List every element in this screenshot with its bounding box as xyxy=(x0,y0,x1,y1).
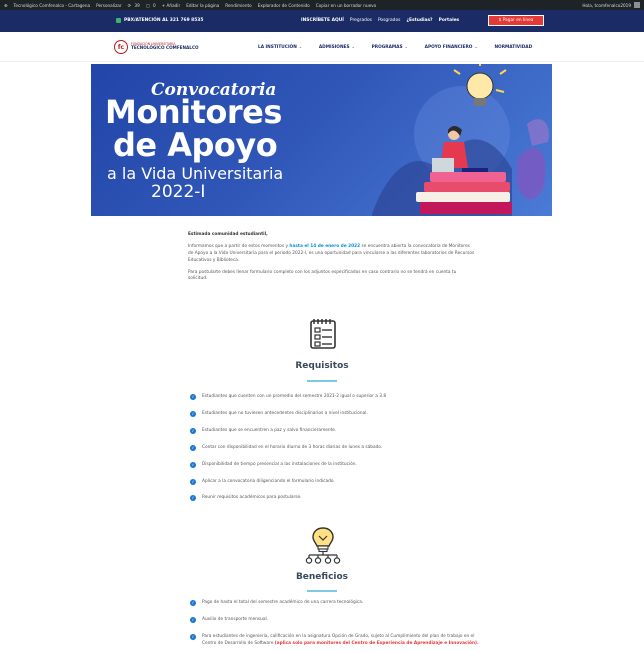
intro-paragraph-1: Informamos que a partir de estos momento… xyxy=(188,244,476,265)
comments-count: 0 xyxy=(153,2,156,8)
intro-deadline: hasta el 14 de enero de 2022 xyxy=(289,243,361,249)
link-estudias[interactable]: ¿Estudias? xyxy=(406,18,432,23)
top-bar: PBX/ATENCIÓN AL 321 769 8535 INSCRÍBETE … xyxy=(0,10,644,32)
list-item: ✓ Estudiantes que se encuentren a paz y s… xyxy=(190,428,480,435)
chevron-down-icon: ⌄ xyxy=(297,45,302,49)
list-item: ✓ Auxilio de transporte mensual. xyxy=(190,617,480,624)
menu-item-admisiones[interactable]: ADMISIONES ⌄ xyxy=(319,45,355,50)
admin-customize-link[interactable]: Personalizar xyxy=(96,3,121,8)
menu-item-apoyo-financiero[interactable]: APOYO FINANCIERO ⌄ xyxy=(425,45,478,50)
menu-item-normatividad[interactable]: NORMATIVIDAD xyxy=(494,45,532,50)
logo-mark: fc xyxy=(114,40,128,54)
intro-text: Estimada comunidad estudiantil, Informam… xyxy=(188,232,476,283)
list-item: ✓ Para estudiantes de ingeniería, calific… xyxy=(190,634,480,647)
check-icon: ✓ xyxy=(190,444,196,451)
list-item: ✓ Contar con disponibilidad en el horario… xyxy=(190,445,480,452)
hero-illustration xyxy=(372,64,549,216)
check-icon: ✓ xyxy=(190,461,196,468)
books-stack-icon xyxy=(416,172,512,214)
list-item: ✓ Pago de hasta el total del semestre aca… xyxy=(190,600,480,607)
beneficios-underline xyxy=(307,590,337,592)
list-item-text: Aplicar a la convocatoria diligenciando … xyxy=(202,479,335,484)
list-item-text: Para estudiantes de ingeniería, califica… xyxy=(202,634,480,647)
check-icon: ✓ xyxy=(190,427,196,434)
idea-network-icon xyxy=(305,527,341,564)
intro-paragraph-2: Para postularte debes llenar formulario … xyxy=(188,269,457,282)
hero-line2: Monitores xyxy=(105,93,282,131)
check-icon: ✓ xyxy=(190,478,196,485)
admin-content-explorer-link[interactable]: Explorador de Contenido xyxy=(258,3,310,8)
avatar xyxy=(634,2,640,8)
list-item-text: Reunir requisitos académicos para postul… xyxy=(202,495,302,500)
list-item-text: Estudiantes que no tuviesen antecedentes… xyxy=(202,411,368,416)
link-posgrados[interactable]: Posgrados xyxy=(378,18,401,23)
intro-greeting: Estimada comunidad estudiantil, xyxy=(188,232,268,237)
hero-line5: 2022-I xyxy=(151,182,206,202)
admin-new-link[interactable]: + Añadir xyxy=(162,3,180,8)
admin-bar: ⊕ Tecnológico Comfenalco - Cartagena Per… xyxy=(0,0,644,10)
list-item-text: Estudiantes que se encuentren a paz y sa… xyxy=(202,428,337,433)
phone-icon xyxy=(116,18,121,23)
check-icon: ✓ xyxy=(190,393,196,400)
admin-account[interactable]: Hola, tcomfenalco2019 xyxy=(582,2,640,8)
pbx-text: PBX/ATENCIÓN AL 321 769 8535 xyxy=(124,18,204,23)
admin-greeting: Hola, tcomfenalco2019 xyxy=(582,2,631,8)
hero-line3: de Apoyo xyxy=(113,126,278,164)
admin-updates-link[interactable]: ⟳ 39 xyxy=(128,3,140,8)
main-menu: LA INSTITUCIÓN ⌄ ADMISIONES ⌄ PROGRAMAS … xyxy=(258,45,532,50)
admin-comments-link[interactable]: ▢ 0 xyxy=(146,3,156,8)
chevron-down-icon: ⌄ xyxy=(350,45,355,49)
admin-site-link[interactable]: Tecnológico Comfenalco - Cartagena xyxy=(14,3,91,8)
list-item: ✓ Reunir requisitos académicos para postu… xyxy=(190,495,480,502)
link-portales[interactable]: Portales xyxy=(439,18,460,23)
list-item-text: Estudiantes que cuenten con un promedio … xyxy=(202,394,387,399)
chevron-down-icon: ⌄ xyxy=(403,45,408,49)
signup-label[interactable]: INSCRÍBETE AQUÍ xyxy=(301,18,344,23)
pay-online-button[interactable]: $ Pagar en línea xyxy=(488,15,544,26)
check-icon: ✓ xyxy=(190,616,196,623)
list-item-text: Disponibilidad de tiempo presencial a la… xyxy=(202,462,357,467)
admin-performance-link[interactable]: Rendimiento xyxy=(225,3,251,8)
hero-banner: Convocatoria Monitores de Apoyo a la Vid… xyxy=(91,64,552,216)
list-item-text: Contar con disponibilidad en el horario … xyxy=(202,445,383,450)
list-item: ✓ Estudiantes que cuenten con un promedio… xyxy=(190,394,480,401)
check-icon: ✓ xyxy=(190,410,196,417)
wordpress-icon[interactable]: ⊕ xyxy=(4,3,8,8)
list-item-text: Auxilio de transporte mensual. xyxy=(202,617,269,622)
pbx-contact[interactable]: PBX/ATENCIÓN AL 321 769 8535 xyxy=(116,18,203,23)
check-icon: ✓ xyxy=(190,633,196,640)
benefit-3-note: (aplica solo para monitores del Centro d… xyxy=(274,640,479,646)
list-item: ✓ Disponibilidad de tiempo presencial a l… xyxy=(190,462,480,469)
list-item: ✓ Aplicar a la convocatoria diligenciando… xyxy=(190,479,480,486)
menu-item-institucion[interactable]: LA INSTITUCIÓN ⌄ xyxy=(258,45,302,50)
check-icon: ✓ xyxy=(190,494,196,501)
chevron-down-icon: ⌄ xyxy=(473,45,478,49)
logo-line2: TECNOLÓGICO COMFENALCO xyxy=(131,45,199,51)
list-item: ✓ Estudiantes que no tuviesen antecedente… xyxy=(190,411,480,418)
menu-label: APOYO FINANCIERO xyxy=(424,45,473,50)
beneficios-title: Beneficios xyxy=(295,572,349,582)
intro-p1-text: Informamos que a partir de estos momento… xyxy=(188,243,290,249)
admin-copy-draft-link[interactable]: Copiar en un borrador nuevo xyxy=(316,3,376,8)
menu-item-programas[interactable]: PROGRAMAS ⌄ xyxy=(372,45,408,50)
menu-label: LA INSTITUCIÓN xyxy=(258,45,297,50)
requisitos-underline xyxy=(307,380,337,382)
top-links: INSCRÍBETE AQUÍ Pregrados Posgrados ¿Est… xyxy=(301,18,459,23)
main-navbar: fc FUNDACIÓN UNIVERSITARIA TECNOLÓGICO C… xyxy=(0,32,644,62)
menu-label: PROGRAMAS xyxy=(371,45,403,50)
requisitos-title: Requisitos xyxy=(295,361,349,371)
updates-count: 39 xyxy=(134,2,140,8)
list-item-text: Pago de hasta el total del semestre acad… xyxy=(202,600,364,605)
admin-edit-page-link[interactable]: Editar la página xyxy=(186,3,219,8)
checklist-icon xyxy=(310,319,336,349)
check-icon: ✓ xyxy=(190,599,196,606)
menu-label: ADMISIONES xyxy=(318,45,350,50)
hero-line4: a la Vida Universitaria xyxy=(107,164,284,183)
site-logo[interactable]: fc FUNDACIÓN UNIVERSITARIA TECNOLÓGICO C… xyxy=(114,40,199,54)
link-pregrados[interactable]: Pregrados xyxy=(350,18,372,23)
